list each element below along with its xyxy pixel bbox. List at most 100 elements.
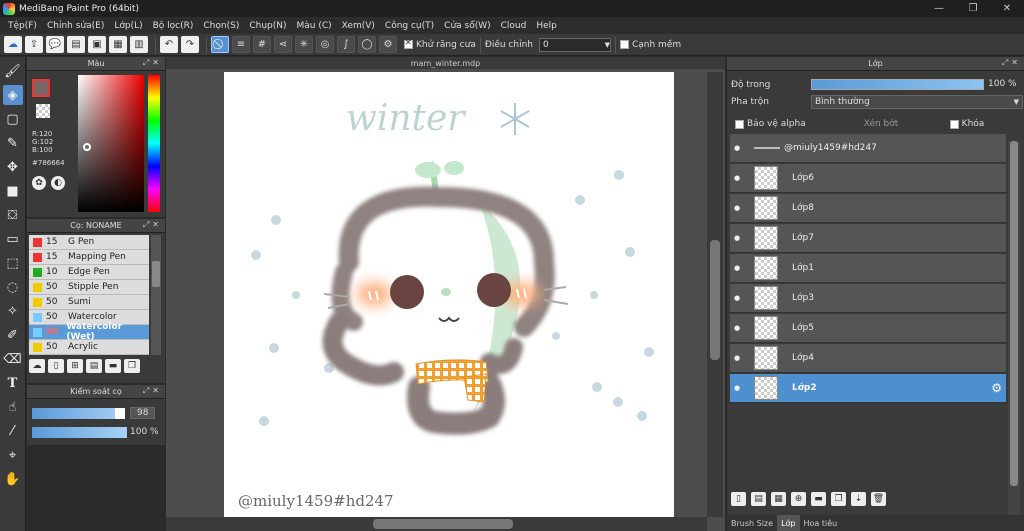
text-tool-icon[interactable]: T xyxy=(3,373,23,393)
tab-brush-size[interactable]: Brush Size xyxy=(727,515,777,531)
folder-icon[interactable]: ▬ xyxy=(105,359,121,373)
visibility-icon[interactable]: ● xyxy=(730,234,744,242)
palette-icon[interactable]: ✿ xyxy=(32,176,46,190)
layer-list-scrollbar[interactable] xyxy=(1008,141,1020,531)
layer-opacity-slider[interactable] xyxy=(811,79,984,90)
layer-row[interactable]: ● Lớp4 xyxy=(730,344,1006,373)
radial-snap-icon[interactable]: ✳ xyxy=(295,36,313,53)
select-tool-icon[interactable]: ⬚ xyxy=(3,253,23,273)
canvas-tab[interactable]: mam_winter.mdp xyxy=(166,57,725,69)
visibility-icon[interactable]: ● xyxy=(730,204,744,212)
visibility-icon[interactable]: ● xyxy=(730,294,744,302)
menu-select[interactable]: Chọn(S) xyxy=(198,21,244,31)
saturation-value-picker[interactable] xyxy=(78,75,144,212)
layer-row[interactable]: ● Lớp5 xyxy=(730,314,1006,343)
menu-filter[interactable]: Bộ lọc(R) xyxy=(148,21,199,31)
scrollbar-thumb[interactable] xyxy=(152,261,160,287)
circle-snap-icon[interactable]: ◎ xyxy=(316,36,334,53)
visibility-icon[interactable]: ● xyxy=(730,264,744,272)
layer-row[interactable]: ● Lớp7 xyxy=(730,224,1006,253)
brush-item[interactable]: 50 Stipple Pen xyxy=(29,280,149,295)
panel-controls-icon[interactable]: ⤢✕ xyxy=(1002,58,1021,68)
visibility-icon[interactable]: ● xyxy=(730,324,744,332)
eraser-tool-icon[interactable]: ◈ xyxy=(2,85,23,105)
brush-size-slider[interactable] xyxy=(32,408,126,419)
scrollbar-thumb[interactable] xyxy=(373,519,513,529)
grid-icon[interactable]: ▥ xyxy=(130,36,148,53)
menu-cloud[interactable]: Cloud xyxy=(496,21,532,31)
artboard[interactable]: winter @miuly1459#hd247 xyxy=(224,72,674,517)
visibility-icon[interactable]: ● xyxy=(730,144,744,152)
lock-checkbox[interactable] xyxy=(949,119,959,129)
add-layer-dropdown-icon[interactable]: ⊕ xyxy=(791,492,806,506)
antialias-checkbox[interactable] xyxy=(404,38,413,49)
tab-navigator[interactable]: Hoa tiêu xyxy=(800,515,842,531)
grid-snap-icon[interactable]: # xyxy=(253,36,271,53)
protect-alpha-toggle[interactable]: Bảo vệ alpha xyxy=(735,118,835,130)
panel-controls-icon[interactable]: ⤢✕ xyxy=(143,386,162,396)
menu-help[interactable]: Help xyxy=(531,21,562,31)
layer-row[interactable]: ● Lớp8 xyxy=(730,194,1006,223)
soft-edge-toggle[interactable]: Cạnh mềm xyxy=(619,40,681,50)
select-pen-tool-icon[interactable]: ✐ xyxy=(3,325,23,345)
visibility-icon[interactable]: ● xyxy=(730,174,744,182)
antialias-toggle[interactable]: Khử răng cưa xyxy=(404,38,476,50)
move-tool-icon[interactable]: ✥ xyxy=(3,157,23,177)
picker-cursor[interactable] xyxy=(83,143,91,151)
duplicate-layer-icon[interactable]: ❐ xyxy=(831,492,846,506)
hand-tool-icon[interactable]: ✋ xyxy=(3,469,23,489)
delete-layer-icon[interactable]: 🗑 xyxy=(871,492,886,506)
undo-icon[interactable]: ↶ xyxy=(160,36,178,53)
menu-window[interactable]: Cửa sổ(W) xyxy=(439,21,495,31)
dot-brush-tool-icon[interactable]: ✎ xyxy=(3,133,23,153)
save-icon[interactable]: ▣ xyxy=(88,36,106,53)
brush-size-value[interactable]: 98 xyxy=(130,407,156,419)
bucket-tool-icon[interactable]: ⛋ xyxy=(3,205,23,225)
panel-controls-icon[interactable]: ⤢✕ xyxy=(143,58,162,68)
eyedropper-tool-icon[interactable]: ⌖ xyxy=(3,445,23,465)
panel-controls-icon[interactable]: ⤢✕ xyxy=(143,220,162,230)
canvas-vertical-scrollbar[interactable] xyxy=(707,72,723,517)
scrollbar-thumb[interactable] xyxy=(710,240,720,360)
lasso-tool-icon[interactable]: ◌ xyxy=(3,277,23,297)
protect-alpha-checkbox[interactable] xyxy=(735,119,744,129)
new-brush-icon[interactable]: ▯ xyxy=(48,359,64,373)
rectangle-tool-icon[interactable]: ▢ xyxy=(3,109,23,129)
brush-item[interactable]: 50 Acrylic xyxy=(29,340,149,355)
menu-tools[interactable]: Công cụ(T) xyxy=(380,21,439,31)
background-color-swatch[interactable] xyxy=(36,104,50,118)
layout-icon[interactable]: ▦ xyxy=(109,36,127,53)
brush-item[interactable]: 15 G Pen xyxy=(29,235,149,250)
tab-layer[interactable]: Lớp xyxy=(777,515,800,531)
brush-opacity-slider[interactable] xyxy=(32,427,127,438)
layer-row-selected[interactable]: ● Lớp2 ⚙ xyxy=(730,374,1006,403)
cloud-icon[interactable]: ☁ xyxy=(4,36,22,53)
canvas-horizontal-scrollbar[interactable] xyxy=(166,517,707,531)
merge-layer-icon[interactable]: ⇣ xyxy=(851,492,866,506)
layer-row[interactable]: ● Lớp6 xyxy=(730,164,1006,193)
adjust-dropdown[interactable]: 0 ▼ xyxy=(538,37,611,52)
gradient-tool-icon[interactable]: ▭ xyxy=(3,229,23,249)
color-wheel-icon[interactable]: ◐ xyxy=(51,176,65,190)
slider-knob[interactable] xyxy=(115,408,126,419)
menu-edit[interactable]: Chỉnh sửa(E) xyxy=(42,21,109,31)
chat-icon[interactable]: 💬 xyxy=(46,36,64,53)
snap-off-icon[interactable]: ⃠ xyxy=(211,36,229,53)
curve-snap-icon[interactable]: ∫ xyxy=(337,36,355,53)
menu-view[interactable]: Xem(V) xyxy=(337,21,380,31)
new-layer-icon[interactable]: ▯ xyxy=(731,492,746,506)
menu-file[interactable]: Tệp(F) xyxy=(3,21,42,31)
soft-edge-checkbox[interactable] xyxy=(619,40,629,49)
brush-tool-icon[interactable]: 🖌 xyxy=(3,61,23,81)
lock-toggle[interactable]: Khóa xyxy=(927,118,1007,130)
minimize-button[interactable]: — xyxy=(922,0,956,17)
menu-capture[interactable]: Chụp(N) xyxy=(244,21,291,31)
brush-item[interactable]: 50 Sumi xyxy=(29,295,149,310)
visibility-icon[interactable]: ● xyxy=(730,354,744,362)
gear-icon[interactable]: ⚙ xyxy=(991,381,1002,395)
layer-row[interactable]: ● Lớp1 xyxy=(730,254,1006,283)
operation-tool-icon[interactable]: ☝ xyxy=(3,397,23,417)
scrollbar-thumb[interactable] xyxy=(1010,141,1018,486)
layer-row[interactable]: ● @miuly1459#hd247 xyxy=(730,134,1006,163)
clipping-toggle[interactable]: Xén bớt xyxy=(835,118,927,130)
